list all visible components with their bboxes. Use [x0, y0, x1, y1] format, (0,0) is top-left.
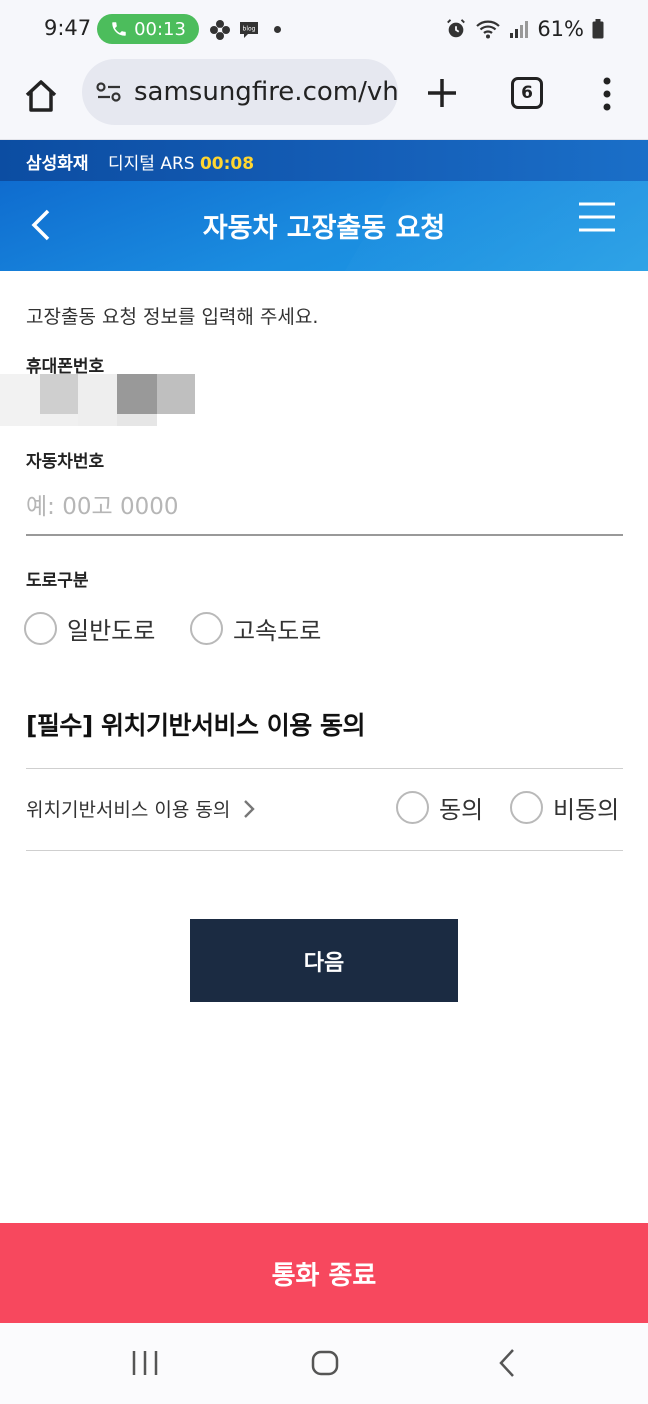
site-settings-icon[interactable]	[96, 81, 122, 103]
radio-circle[interactable]	[510, 791, 543, 824]
system-nav-bar	[0, 1323, 648, 1404]
ars-label: 디지털 ARS	[108, 154, 195, 174]
radio-disagree[interactable]: 비동의	[510, 790, 619, 825]
wifi-icon	[476, 20, 501, 39]
next-button[interactable]: 다음	[190, 919, 458, 1002]
radio-highway[interactable]: 고속도로	[190, 611, 321, 646]
radio-label: 고속도로	[233, 617, 322, 645]
svg-text:blog: blog	[243, 26, 256, 33]
signal-icon	[510, 21, 529, 38]
call-timer: 00:13	[134, 18, 186, 40]
page-title: 자동차 고장출동 요청	[202, 213, 446, 244]
divider	[26, 850, 623, 851]
plus-icon[interactable]	[424, 75, 460, 111]
status-time: 9:47	[44, 16, 92, 40]
radio-general-road[interactable]: 일반도로	[24, 611, 155, 646]
phone-number-redacted	[0, 374, 196, 426]
flower-icon	[210, 20, 230, 40]
radio-label: 일반도로	[67, 617, 156, 645]
battery-percent: 61%	[537, 17, 584, 41]
alarm-icon	[447, 19, 466, 38]
url-text: samsungfire.com/vh	[134, 77, 398, 107]
radio-label: 동의	[439, 796, 484, 824]
radio-circle[interactable]	[24, 612, 57, 645]
road-type-label: 도로구분	[26, 571, 89, 591]
home-icon[interactable]	[22, 77, 60, 115]
car-number-label: 자동차번호	[26, 452, 105, 472]
car-number-input[interactable]	[26, 480, 623, 536]
more-vert-icon[interactable]	[598, 76, 616, 112]
back-nav-icon[interactable]	[496, 1347, 518, 1379]
hamburger-menu-icon[interactable]	[578, 201, 616, 233]
radio-circle[interactable]	[396, 791, 429, 824]
tab-switcher-button[interactable]: 6	[511, 77, 543, 109]
recent-apps-icon[interactable]	[131, 1347, 159, 1379]
end-call-button[interactable]: 통화 종료	[0, 1223, 648, 1323]
page-header: 자동차 고장출동 요청	[0, 181, 648, 271]
brand-name: 삼성화재	[26, 154, 89, 174]
address-bar[interactable]: samsungfire.com/vh	[82, 59, 398, 125]
more-notifications-dot	[274, 26, 281, 33]
consent-link-text: 위치기반서비스 이용 동의	[26, 799, 231, 821]
ars-timer: 00:08	[199, 154, 255, 174]
status-bar: 9:47 00:13 blog 61%	[0, 0, 648, 58]
divider	[26, 768, 623, 769]
ongoing-call-chip[interactable]: 00:13	[97, 14, 199, 44]
location-consent-link[interactable]: 위치기반서비스 이용 동의	[26, 795, 256, 822]
radio-circle[interactable]	[190, 612, 223, 645]
battery-icon	[592, 19, 604, 39]
chevron-right-icon	[244, 799, 256, 818]
blog-icon: blog	[240, 22, 258, 38]
form-intro: 고장출동 요청 정보를 입력해 주세요.	[26, 306, 319, 328]
browser-toolbar: samsungfire.com/vh 6	[0, 58, 648, 140]
radio-agree[interactable]: 동의	[396, 790, 483, 825]
radio-label: 비동의	[553, 796, 620, 824]
digital-ars-bar: 삼성화재 디지털 ARS 00:08	[0, 140, 648, 181]
home-nav-icon[interactable]	[311, 1347, 339, 1379]
phone-icon	[112, 22, 126, 36]
consent-section-title: [필수] 위치기반서비스 이용 동의	[26, 711, 365, 740]
